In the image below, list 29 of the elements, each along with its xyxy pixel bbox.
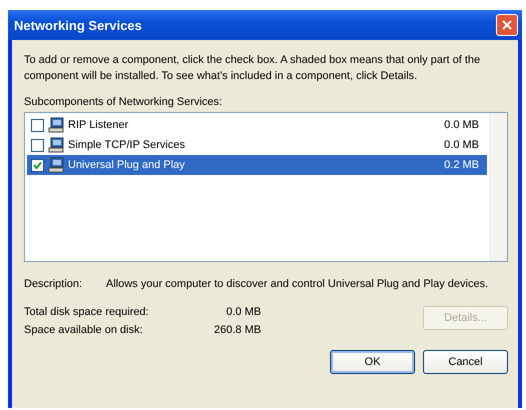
component-item[interactable]: Simple TCP/IP Services 0.0 MB (27, 135, 487, 155)
close-icon (502, 20, 512, 30)
disk-label: Total disk space required: (24, 306, 150, 318)
component-name: RIP Listener (68, 119, 130, 131)
ok-button[interactable]: OK (330, 350, 415, 374)
component-item[interactable]: Universal Plug and Play 0.2 MB (27, 155, 487, 175)
description-label: Description: (24, 277, 84, 292)
computer-icon (48, 137, 64, 153)
checkbox[interactable] (31, 158, 44, 172)
disk-value: 0.0 MB (226, 306, 262, 318)
disk-value: 260.8 MB (214, 324, 262, 336)
component-name: Simple TCP/IP Services (68, 139, 186, 151)
description-text: Allows your computer to discover and control Universal Plug and Play devices. (106, 277, 488, 292)
window-title: Networking Services (14, 18, 142, 32)
component-size: 0.2 MB (444, 159, 479, 171)
scrollbar[interactable] (489, 113, 507, 261)
component-size: 0.0 MB (444, 139, 479, 151)
component-size: 0.0 MB (444, 119, 479, 131)
component-item[interactable]: RIP Listener 0.0 MB (27, 115, 487, 135)
checkbox[interactable] (31, 118, 44, 132)
instructions-text: To add or remove a component, click the check box. A shaded box means that only part of the component will be installed. To see what's included in a component, click Details. (24, 53, 482, 84)
checkbox[interactable] (31, 138, 44, 152)
component-name: Universal Plug and Play (68, 159, 186, 171)
computer-icon (48, 157, 64, 173)
close-button[interactable] (496, 14, 518, 36)
computer-icon (48, 117, 64, 133)
list-label: Subcomponents of Networking Services: (24, 95, 224, 110)
disk-label: Space available on disk: (24, 324, 144, 336)
cancel-button[interactable]: Cancel (423, 350, 508, 374)
